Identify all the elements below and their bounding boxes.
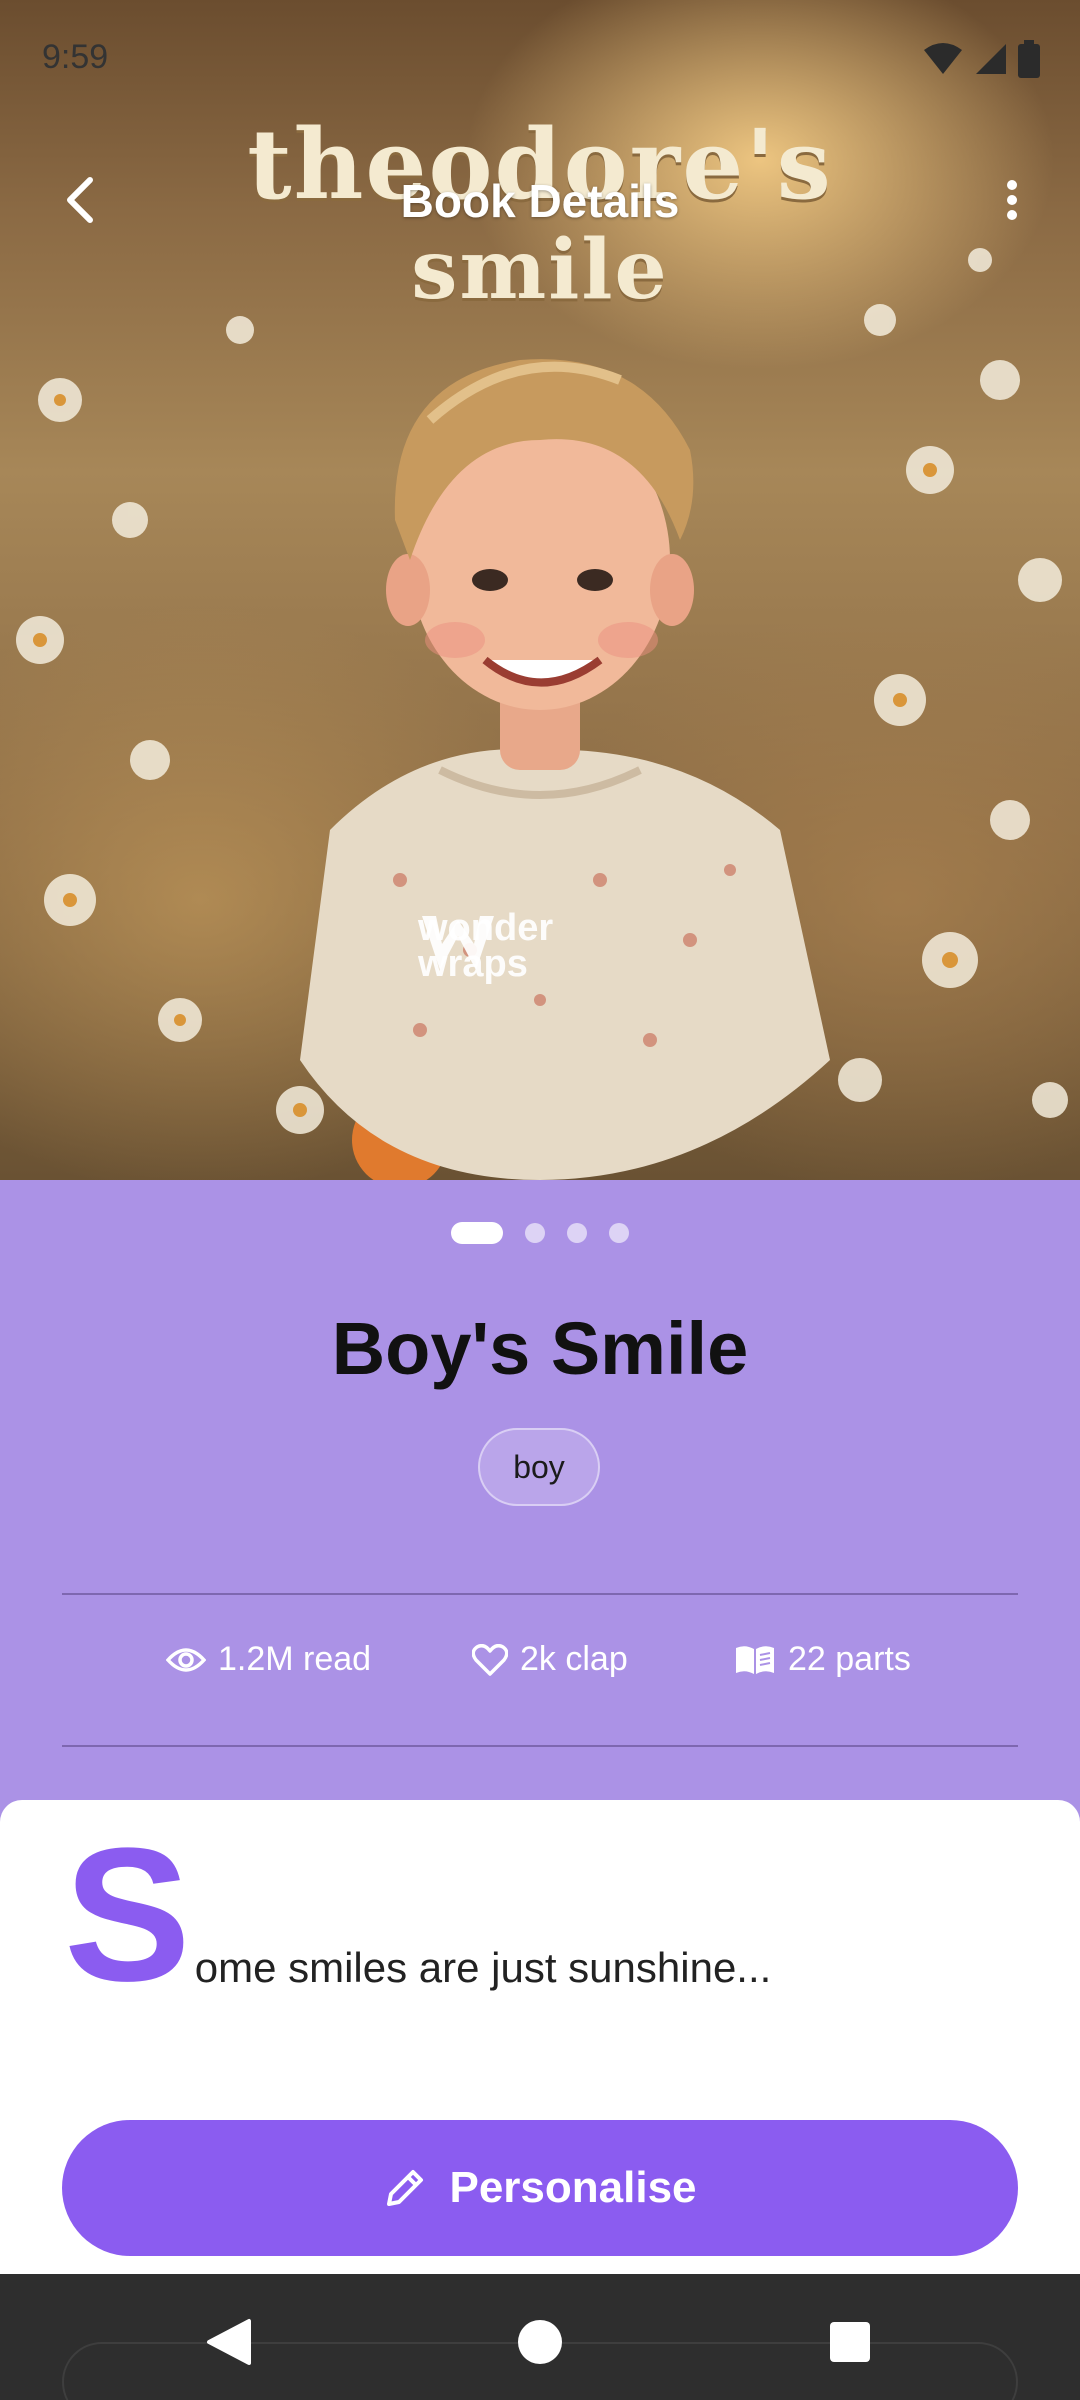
nav-recents-icon: [830, 2322, 870, 2362]
stats-divider-top: [62, 1593, 1018, 1595]
wonder-wraps-watermark: wonder wraps: [418, 909, 553, 983]
nav-back-icon: [207, 2319, 251, 2365]
carousel-dot-2[interactable]: [525, 1223, 545, 1243]
eye-icon: [166, 1647, 206, 1672]
book-title: Boy's Smile: [331, 1307, 749, 1390]
book-open-icon: [736, 1645, 774, 1674]
heart-icon: [472, 1643, 508, 1676]
nav-back-button[interactable]: [198, 2312, 258, 2372]
nav-home-button[interactable]: [510, 2312, 570, 2372]
reads-stat: 1.2M read: [166, 1640, 371, 1679]
app-bar-title: Book Details: [400, 175, 680, 227]
book-stats: 1.2M read 2k clap 22 parts: [0, 1640, 1080, 1700]
personalise-button[interactable]: Personalise: [62, 2120, 1018, 2256]
pencil-icon: [387, 2170, 424, 2206]
stats-divider-bottom: [62, 1745, 1018, 1747]
wifi-icon: [924, 43, 962, 74]
nav-home-icon: [518, 2320, 562, 2364]
signal-icon: [976, 44, 1006, 74]
nav-recents-button[interactable]: [820, 2312, 880, 2372]
claps-count: 2k clap: [520, 1640, 628, 1678]
excerpt-drop-cap: S: [64, 1809, 191, 2021]
tag-chip[interactable]: boy: [478, 1428, 600, 1506]
cover-title-line2: smile: [411, 222, 669, 318]
carousel-indicator[interactable]: [0, 1222, 1080, 1244]
personalise-label: Personalise: [449, 2163, 697, 2212]
book-details-screen: theodore's smile wonder wraps 9:59: [0, 0, 1080, 2400]
parts-count: 22 parts: [788, 1640, 911, 1678]
carousel-dot-3[interactable]: [567, 1223, 587, 1243]
reads-count: 1.2M read: [218, 1640, 372, 1678]
wonder-wraps-logo-icon: [422, 916, 494, 970]
excerpt-text: ome smiles are just sunshine...: [194, 1944, 772, 1991]
more-options-button[interactable]: [984, 172, 1040, 228]
status-icons: [922, 40, 1040, 78]
status-time: 9:59: [42, 38, 109, 76]
battery-icon: [1018, 40, 1040, 78]
claps-stat: 2k clap: [472, 1640, 628, 1679]
parts-stat: 22 parts: [734, 1640, 911, 1679]
book-excerpt: S ome smiles are just sunshine...: [64, 1809, 772, 2021]
carousel-dot-4[interactable]: [609, 1223, 629, 1243]
more-vert-icon: [1007, 180, 1017, 220]
carousel-dot-1[interactable]: [451, 1222, 503, 1244]
